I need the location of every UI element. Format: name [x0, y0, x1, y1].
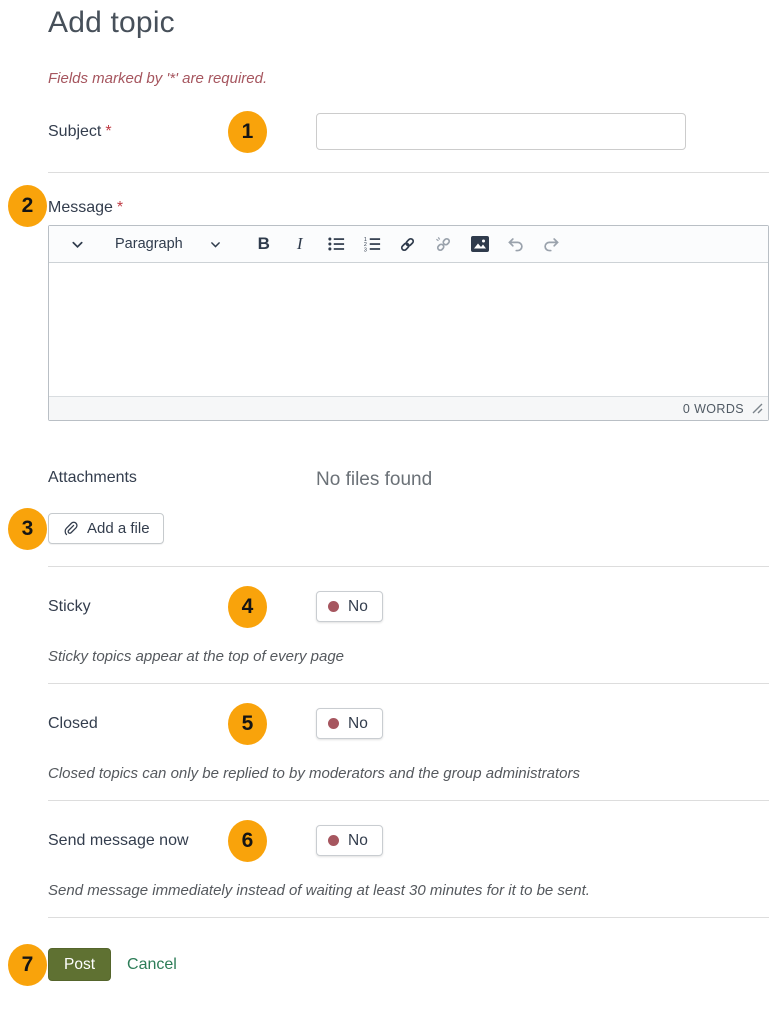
- callout-badge-6: 6: [228, 820, 267, 862]
- callout-badge-3: 3: [8, 508, 47, 550]
- sticky-toggle-value: No: [348, 598, 368, 616]
- attachments-label: Attachments: [48, 469, 316, 487]
- cancel-link[interactable]: Cancel: [127, 956, 177, 974]
- numbered-list-icon: 123: [363, 235, 381, 253]
- closed-toggle-value: No: [348, 715, 368, 733]
- divider: [48, 172, 769, 173]
- closed-help-text: Closed topics can only be replied to by …: [48, 765, 769, 782]
- bullet-list-icon: [327, 235, 345, 253]
- post-button[interactable]: Post: [48, 948, 111, 981]
- redo-icon: [542, 235, 561, 254]
- sticky-label: Sticky: [48, 598, 316, 616]
- closed-label: Closed: [48, 715, 316, 733]
- chevron-down-icon: [209, 238, 222, 251]
- paragraph-format-value: Paragraph: [115, 236, 183, 252]
- bold-button[interactable]: B: [248, 230, 280, 258]
- chevron-down-icon: [70, 237, 85, 252]
- rich-text-editor: Paragraph B I 123: [48, 225, 769, 421]
- send-message-now-label: Send message now: [48, 832, 316, 850]
- no-files-text: No files found: [316, 469, 769, 491]
- message-label-row: 2 Message*: [48, 187, 769, 217]
- resize-handle-icon[interactable]: [752, 403, 763, 414]
- sticky-row: Sticky 4 No: [48, 591, 769, 622]
- paperclip-icon: [62, 521, 78, 537]
- closed-row: Closed 5 No: [48, 708, 769, 739]
- callout-badge-7: 7: [8, 944, 47, 986]
- send-message-now-row: Send message now 6 No: [48, 825, 769, 856]
- remove-link-button[interactable]: [428, 230, 460, 258]
- callout-badge-5: 5: [228, 703, 267, 745]
- paragraph-format-select[interactable]: Paragraph: [109, 230, 228, 258]
- callout-badge-1: 1: [228, 111, 267, 153]
- subject-row: Subject* 1: [48, 113, 769, 150]
- toggle-off-dot-icon: [328, 835, 339, 846]
- callout-badge-4: 4: [228, 586, 267, 628]
- divider: [48, 683, 769, 684]
- undo-button[interactable]: [500, 230, 532, 258]
- editor-statusbar: 0 WORDS: [49, 396, 768, 420]
- subject-input[interactable]: [316, 113, 686, 150]
- toolbar-toggle-button[interactable]: [61, 230, 93, 258]
- toggle-off-dot-icon: [328, 601, 339, 612]
- word-count: 0 WORDS: [683, 402, 744, 416]
- sticky-help-text: Sticky topics appear at the top of every…: [48, 648, 769, 665]
- undo-icon: [506, 235, 525, 254]
- send-message-now-help-text: Send message immediately instead of wait…: [48, 882, 769, 899]
- bullet-list-button[interactable]: [320, 230, 352, 258]
- send-message-now-toggle[interactable]: No: [316, 825, 383, 856]
- divider: [48, 917, 769, 918]
- toggle-off-dot-icon: [328, 718, 339, 729]
- send-message-now-toggle-value: No: [348, 832, 368, 850]
- link-icon: [398, 235, 417, 254]
- svg-text:3: 3: [364, 248, 367, 253]
- callout-badge-2: 2: [8, 185, 47, 227]
- editor-content-area[interactable]: [49, 263, 768, 396]
- numbered-list-button[interactable]: 123: [356, 230, 388, 258]
- form-actions: 7 Post Cancel: [48, 948, 769, 981]
- message-label: Message: [48, 199, 113, 216]
- add-file-row: 3 Add a file: [48, 513, 769, 544]
- add-file-label: Add a file: [87, 520, 150, 537]
- closed-toggle[interactable]: No: [316, 708, 383, 739]
- insert-link-button[interactable]: [392, 230, 424, 258]
- add-file-button[interactable]: Add a file: [48, 513, 164, 544]
- attachments-row: Attachments No files found: [48, 469, 769, 491]
- add-topic-form: Add topic Fields marked by '*' are requi…: [0, 0, 776, 1011]
- required-asterisk: *: [105, 123, 111, 140]
- page-title: Add topic: [48, 6, 769, 40]
- required-asterisk: *: [117, 199, 123, 216]
- insert-image-button[interactable]: [464, 230, 496, 258]
- unlink-icon: [434, 235, 453, 254]
- image-icon: [470, 234, 490, 254]
- editor-toolbar: Paragraph B I 123: [49, 226, 768, 263]
- message-section: 2 Message* Paragraph B I: [48, 187, 769, 421]
- divider: [48, 566, 769, 567]
- italic-button[interactable]: I: [284, 230, 316, 258]
- redo-button[interactable]: [536, 230, 568, 258]
- subject-label: Subject*: [48, 123, 316, 141]
- divider: [48, 800, 769, 801]
- required-fields-note: Fields marked by '*' are required.: [48, 70, 769, 87]
- sticky-toggle[interactable]: No: [316, 591, 383, 622]
